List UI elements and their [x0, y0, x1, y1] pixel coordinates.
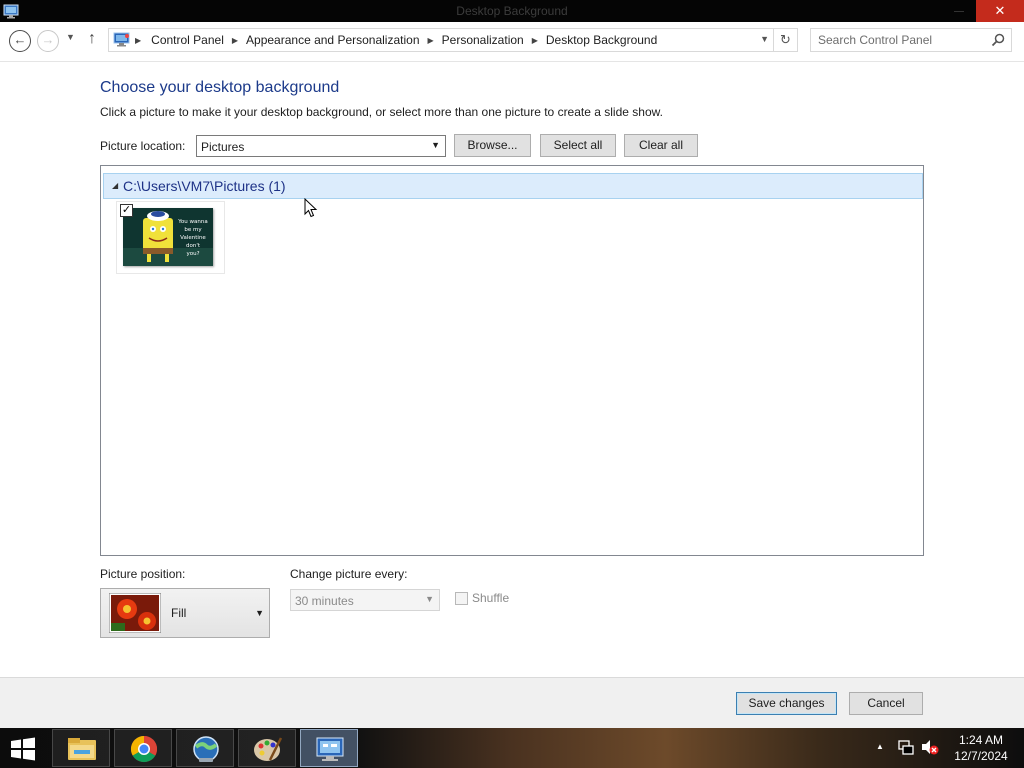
svg-text:you?: you?	[186, 251, 199, 257]
footer-bar: Save changes Cancel	[0, 677, 1024, 728]
page-title: Choose your desktop background	[100, 79, 340, 96]
search-input[interactable]	[811, 29, 981, 51]
change-picture-label: Change picture every:	[290, 567, 408, 581]
picture-thumbnail[interactable]: You wanna be my Valentine don't you?	[123, 208, 213, 266]
change-interval-select: 30 minutes ▼	[290, 589, 440, 611]
collapse-triangle-icon[interactable]: ◢	[112, 181, 118, 190]
picture-checkbox[interactable]: ✓	[120, 204, 133, 217]
taskbar-chrome[interactable]	[114, 729, 172, 767]
start-windows-icon[interactable]	[6, 736, 40, 762]
taskbar: ▲ 1:24 AM 12/7/2024	[0, 728, 1024, 768]
svg-text:be my: be my	[184, 227, 202, 233]
picture-position-value: Fill	[171, 606, 187, 620]
control-panel-icon	[316, 737, 344, 761]
breadcrumb-control-panel[interactable]: Control Panel	[151, 33, 224, 47]
svg-text:don't: don't	[186, 243, 201, 249]
address-dropdown-icon[interactable]: ▼	[760, 34, 769, 44]
select-all-button[interactable]: Select all	[540, 134, 616, 157]
window-title: Desktop Background	[456, 4, 568, 18]
taskbar-file-explorer[interactable]	[52, 729, 110, 767]
picture-position-select[interactable]: Fill ▼	[100, 588, 270, 638]
search-box[interactable]	[810, 28, 1012, 52]
paint-icon	[254, 737, 283, 761]
change-interval-value: 30 minutes	[295, 594, 354, 608]
page-description: Click a picture to make it your desktop …	[100, 105, 663, 119]
picture-location-value: Pictures	[201, 140, 245, 154]
minimize-button[interactable]	[944, 0, 974, 22]
chevron-down-icon: ▼	[431, 140, 440, 150]
control-panel-window: ← → ▼ ↑ ▶ Control Panel ▶ Appearance and…	[0, 22, 1024, 728]
control-panel-icon	[113, 32, 130, 47]
clear-all-button[interactable]: Clear all	[624, 134, 698, 157]
navigation-bar: ← → ▼ ↑ ▶ Control Panel ▶ Appearance and…	[0, 22, 1024, 62]
title-bar: Desktop Background ✕	[0, 0, 1024, 22]
save-changes-button[interactable]: Save changes	[736, 692, 837, 715]
system-clock[interactable]: 1:24 AM 12/7/2024	[946, 732, 1016, 764]
file-explorer-icon	[68, 738, 96, 760]
chrome-icon	[130, 735, 158, 763]
breadcrumb-separator-icon[interactable]: ▶	[135, 36, 141, 45]
clock-date: 12/7/2024	[954, 749, 1008, 763]
svg-text:Valentine: Valentine	[180, 235, 206, 241]
breadcrumb-separator-icon[interactable]: ▶	[232, 36, 238, 45]
search-icon[interactable]	[991, 33, 1005, 47]
cancel-button[interactable]: Cancel	[849, 692, 923, 715]
back-button[interactable]: ←	[9, 30, 31, 52]
show-hidden-icons[interactable]: ▲	[876, 742, 884, 751]
breadcrumb-separator-icon[interactable]: ▶	[532, 36, 538, 45]
picture-position-label: Picture position:	[100, 567, 186, 581]
network-icon[interactable]	[898, 739, 914, 755]
refresh-button[interactable]: ↻	[774, 28, 798, 52]
close-button[interactable]: ✕	[976, 0, 1024, 22]
browse-button[interactable]: Browse...	[454, 134, 531, 157]
mouse-cursor-icon	[304, 198, 318, 218]
breadcrumb: ▶ Control Panel ▶ Appearance and Persona…	[135, 33, 657, 47]
breadcrumb-appearance[interactable]: Appearance and Personalization	[246, 33, 419, 47]
shuffle-option: Shuffle	[455, 591, 509, 605]
taskbar-network-app[interactable]	[176, 729, 234, 767]
breadcrumb-personalization[interactable]: Personalization	[442, 33, 524, 47]
clock-time: 1:24 AM	[958, 733, 1004, 747]
volume-muted-icon[interactable]	[921, 739, 939, 755]
chevron-down-icon: ▼	[425, 594, 434, 604]
recent-locations-icon[interactable]: ▼	[66, 32, 75, 42]
shuffle-label: Shuffle	[472, 591, 510, 605]
folder-group-title: C:\Users\VM7\Pictures (1)	[123, 178, 286, 194]
chevron-down-icon: ▼	[255, 608, 264, 618]
breadcrumb-separator-icon[interactable]: ▶	[428, 36, 434, 45]
forward-button[interactable]: →	[37, 30, 59, 52]
up-button[interactable]: ↑	[88, 30, 96, 48]
folder-group-header[interactable]: ◢ C:\Users\VM7\Pictures (1)	[103, 173, 923, 199]
main-content: Choose your desktop background Click a p…	[0, 62, 1024, 677]
picture-item[interactable]: You wanna be my Valentine don't you? ✓	[116, 201, 225, 274]
picture-location-select[interactable]: Pictures ▼	[196, 135, 446, 157]
picture-location-label: Picture location:	[100, 139, 186, 153]
breadcrumb-desktop-background[interactable]: Desktop Background	[546, 33, 657, 47]
taskbar-control-panel[interactable]	[300, 729, 358, 767]
position-preview-image	[109, 593, 161, 633]
address-bar[interactable]: ▶ Control Panel ▶ Appearance and Persona…	[108, 28, 774, 52]
svg-text:You wanna: You wanna	[177, 219, 207, 225]
network-globe-icon	[193, 736, 219, 762]
shuffle-checkbox	[455, 591, 468, 605]
taskbar-paint[interactable]	[238, 729, 296, 767]
picture-gallery[interactable]: ◢ C:\Users\VM7\Pictures (1) You wanna be…	[100, 165, 924, 556]
